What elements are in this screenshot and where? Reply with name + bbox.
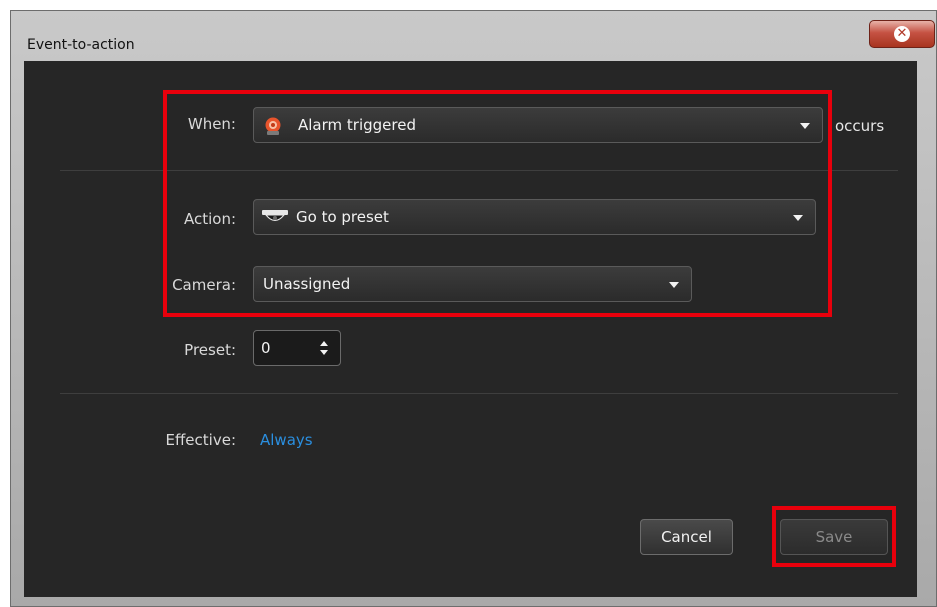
- preset-value: 0: [261, 339, 271, 357]
- chevron-down-icon: [793, 215, 803, 221]
- occurs-label: occurs: [835, 117, 885, 135]
- save-button[interactable]: Save: [780, 519, 888, 555]
- dialog-title: Event-to-action: [27, 37, 135, 53]
- when-dropdown[interactable]: Alarm triggered: [253, 107, 823, 143]
- separator: [60, 393, 898, 394]
- ptz-camera-icon: [262, 210, 288, 230]
- camera-value: Unassigned: [263, 275, 351, 293]
- close-button[interactable]: ✕: [869, 20, 935, 48]
- camera-label: Camera:: [172, 276, 236, 294]
- preset-label: Preset:: [184, 341, 236, 359]
- effective-link[interactable]: Always: [260, 431, 313, 449]
- alarm-icon: [263, 116, 283, 140]
- action-dropdown[interactable]: Go to preset: [253, 199, 816, 235]
- stepper-down-icon[interactable]: [320, 350, 328, 355]
- action-value: Go to preset: [296, 208, 389, 226]
- when-value: Alarm triggered: [298, 116, 416, 134]
- separator: [60, 170, 898, 171]
- effective-label: Effective:: [165, 431, 237, 449]
- when-label: When:: [187, 115, 236, 133]
- preset-stepper[interactable]: 0: [253, 330, 341, 366]
- camera-dropdown[interactable]: Unassigned: [253, 266, 692, 302]
- action-label: Action:: [183, 210, 236, 228]
- stepper-up-icon[interactable]: [320, 341, 328, 346]
- chevron-down-icon: [669, 282, 679, 288]
- close-icon: ✕: [894, 26, 910, 42]
- chevron-down-icon: [800, 123, 810, 129]
- cancel-button[interactable]: Cancel: [640, 519, 733, 555]
